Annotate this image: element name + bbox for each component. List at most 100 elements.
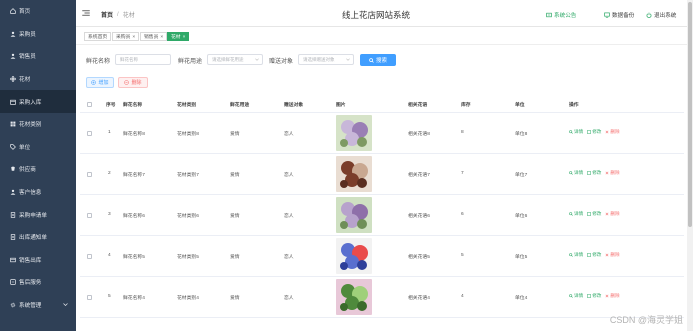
backup-link[interactable]: 数据备份 xyxy=(604,11,634,19)
grid-icon xyxy=(10,121,16,127)
row-checkbox[interactable] xyxy=(87,254,92,259)
data-table: 序号 鲜花名称 花材类别 鲜花用途 赠送对象 图片 相关花语 库存 单位 操作 … xyxy=(80,96,684,318)
chevron-down-icon[interactable] xyxy=(63,302,68,307)
table-cell-language: 相关花语5 xyxy=(408,255,430,260)
edit-button[interactable]: 修改 xyxy=(587,170,601,176)
vertical-scrollbar[interactable] xyxy=(687,0,693,331)
sidebar-item-purchase-request[interactable]: 采购申请单 xyxy=(0,203,76,226)
close-icon[interactable]: × xyxy=(132,35,135,40)
sidebar-item-label: 售后服务 xyxy=(19,280,42,287)
target-select[interactable]: 请选择赠送对象 xyxy=(298,54,354,65)
flower-image xyxy=(336,156,372,192)
remove-button[interactable]: 删除 xyxy=(605,293,620,299)
remove-button[interactable]: 删除 xyxy=(605,252,620,258)
sidebar-item-outbound-notice[interactable]: 出库通知单 xyxy=(0,226,76,249)
detail-label: 详情 xyxy=(574,129,584,134)
tag-salesman[interactable]: 销售员 × xyxy=(140,32,168,41)
minus-icon xyxy=(124,80,130,85)
table-cell-name: 鲜花名称4 xyxy=(123,296,145,301)
table-cell-stock: 8 xyxy=(461,130,464,135)
name-input[interactable]: 鲜花名称 xyxy=(115,54,171,65)
row-actions: 详情 修改 删除 xyxy=(569,252,620,258)
search-icon xyxy=(569,253,573,257)
sidebar-item-label: 销售出库 xyxy=(19,257,42,264)
sidebar-item-salesman[interactable]: 销售员 xyxy=(0,45,76,68)
close-icon[interactable]: × xyxy=(183,35,186,40)
menu-toggle-icon[interactable] xyxy=(82,10,90,16)
sidebar-item-category[interactable]: 花材类别 xyxy=(0,113,76,136)
gear-icon xyxy=(10,302,16,308)
edit-button[interactable]: 修改 xyxy=(587,293,601,299)
row-checkbox[interactable] xyxy=(87,131,92,136)
sidebar-item-purchase-in[interactable]: 采购入库 xyxy=(0,90,76,113)
delete-button[interactable]: 删除 xyxy=(118,77,148,88)
breadcrumb-home[interactable]: 首页 xyxy=(101,10,113,19)
detail-button[interactable]: 详情 xyxy=(569,129,583,135)
flower-icon xyxy=(10,76,16,83)
remove-button[interactable]: 删除 xyxy=(605,170,620,176)
row-actions: 详情 修改 删除 xyxy=(569,211,620,217)
row-checkbox[interactable] xyxy=(87,295,92,300)
search-button-label: 搜索 xyxy=(375,58,387,64)
sidebar-item-label: 花材 xyxy=(19,77,31,84)
sidebar-item-label: 销售员 xyxy=(19,54,36,61)
detail-label: 详情 xyxy=(574,170,584,175)
monitor-icon xyxy=(604,12,610,18)
tag-home[interactable]: 系统首页 xyxy=(84,32,112,41)
detail-button[interactable]: 详情 xyxy=(569,293,583,299)
table-cell-index: 3 xyxy=(108,212,111,217)
detail-button[interactable]: 详情 xyxy=(569,252,583,258)
table-cell-category: 花材类别4 xyxy=(177,296,199,301)
sidebar-item-supplier[interactable]: 供应商 xyxy=(0,158,76,181)
column-header: 相关花语 xyxy=(408,103,428,108)
table-header: 序号 鲜花名称 花材类别 鲜花用途 赠送对象 图片 相关花语 库存 单位 操作 xyxy=(80,96,684,113)
scrollbar-thumb[interactable] xyxy=(688,2,692,227)
detail-label: 详情 xyxy=(574,211,584,216)
sidebar: 首页 采购员 销售员 花材 采购入库 花材类别 单位 供应商 客户信息 采购申请… xyxy=(0,0,76,331)
detail-button[interactable]: 详情 xyxy=(569,211,583,217)
notice-link[interactable]: 系统公告 xyxy=(546,11,576,19)
service-icon xyxy=(10,279,16,286)
table-cell-name: 鲜花名称8 xyxy=(123,132,145,137)
sidebar-item-after-sales[interactable]: 售后服务 xyxy=(0,271,76,294)
edit-label: 修改 xyxy=(592,252,602,257)
edit-button[interactable]: 修改 xyxy=(587,252,601,258)
select-all-checkbox[interactable] xyxy=(87,102,92,107)
tag-label: 系统首页 xyxy=(88,35,108,40)
sidebar-item-label: 采购入库 xyxy=(19,99,42,106)
search-button[interactable]: 搜索 xyxy=(360,54,396,66)
logout-link[interactable]: 退出系统 xyxy=(646,11,676,19)
sidebar-item-flower[interactable]: 花材 xyxy=(0,68,76,91)
tag-icon xyxy=(10,144,16,150)
sidebar-item-sales-out[interactable]: 销售出库 xyxy=(0,249,76,272)
detail-label: 详情 xyxy=(574,252,584,257)
sidebar-item-label: 单位 xyxy=(19,144,31,151)
home-icon xyxy=(10,8,16,15)
close-icon[interactable]: × xyxy=(160,35,163,40)
row-checkbox[interactable] xyxy=(87,172,92,177)
tag-purchaser[interactable]: 采购员 × xyxy=(112,32,140,41)
row-actions: 详情 修改 删除 xyxy=(569,293,620,299)
sidebar-item-customer[interactable]: 客户信息 xyxy=(0,181,76,204)
edit-button[interactable]: 修改 xyxy=(587,129,601,135)
table-cell-target: 恋人 xyxy=(284,173,294,178)
tag-flower[interactable]: 花材 × xyxy=(167,32,190,41)
site-title: 线上花店网站系统 xyxy=(342,10,411,20)
table-cell-use: 爱情 xyxy=(230,173,240,178)
table-row: 2 鲜花名称7 花材类别7 爱情 恋人 相关花语7 7 单位7 详情 修改 删除 xyxy=(80,154,684,195)
column-header: 序号 xyxy=(106,103,116,108)
detail-button[interactable]: 详情 xyxy=(569,170,583,176)
edit-button[interactable]: 修改 xyxy=(587,211,601,217)
add-button[interactable]: 增加 xyxy=(86,77,114,88)
remove-button[interactable]: 删除 xyxy=(605,129,620,135)
edit-icon xyxy=(587,253,592,257)
sidebar-item-system[interactable]: 系统管理 xyxy=(0,294,76,317)
truck-icon xyxy=(10,166,16,172)
sidebar-item-home[interactable]: 首页 xyxy=(0,0,76,23)
remove-button[interactable]: 删除 xyxy=(605,211,620,217)
sidebar-item-purchaser[interactable]: 采购员 xyxy=(0,23,76,46)
table-cell-name: 鲜花名称7 xyxy=(123,173,145,178)
use-select[interactable]: 请选择鲜花用途 xyxy=(207,54,263,65)
row-checkbox[interactable] xyxy=(87,213,92,218)
sidebar-item-unit[interactable]: 单位 xyxy=(0,136,76,159)
